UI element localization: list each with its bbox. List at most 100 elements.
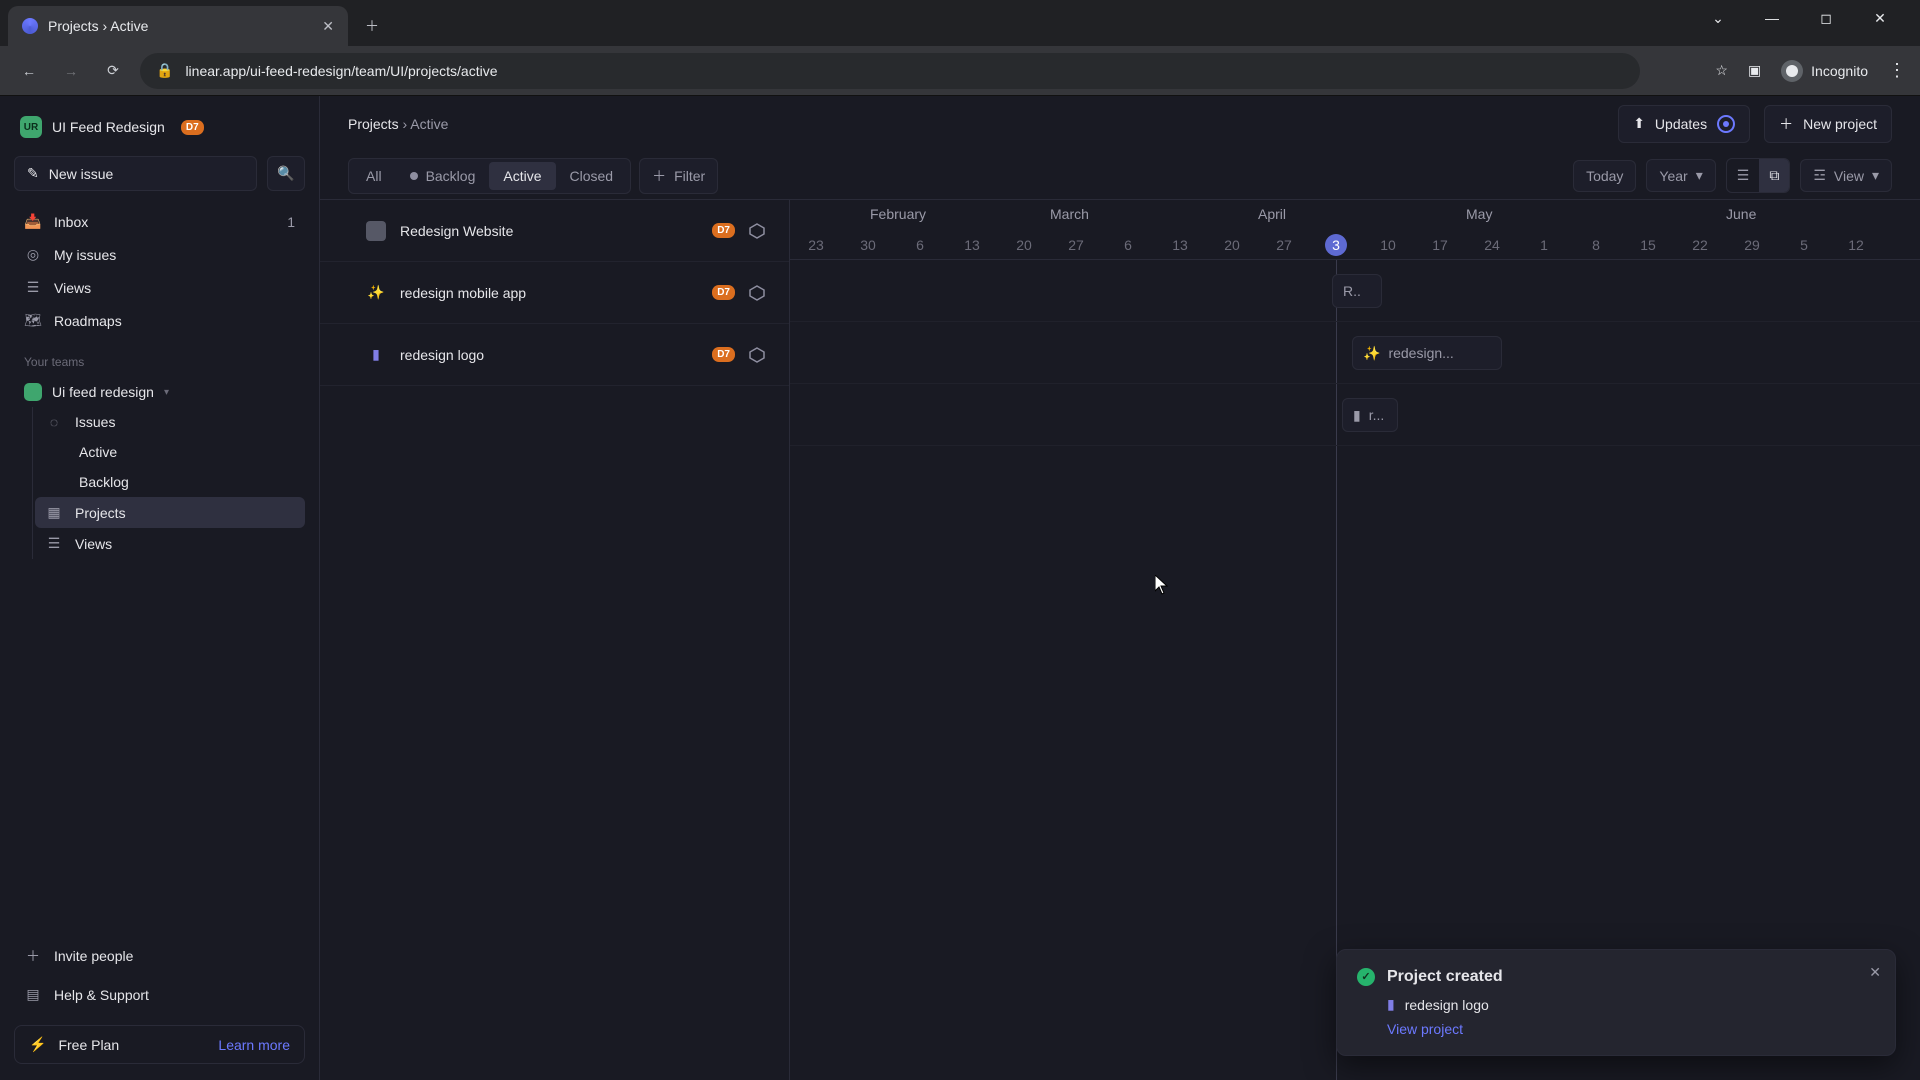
- tab-closed[interactable]: Closed: [556, 162, 628, 190]
- book-icon: ▤: [24, 986, 42, 1003]
- new-tab-button[interactable]: ＋: [358, 12, 386, 40]
- tab-all[interactable]: All: [352, 162, 396, 190]
- extensions-icon[interactable]: ▣: [1748, 62, 1761, 79]
- workspace-name: UI Feed Redesign: [52, 119, 165, 135]
- timeline-layout-icon[interactable]: ⧉: [1759, 159, 1789, 192]
- tree-issues-backlog[interactable]: Backlog: [69, 467, 305, 497]
- day-cell[interactable]: 29: [1726, 230, 1778, 259]
- project-row[interactable]: ▮redesign logoD7: [320, 324, 789, 386]
- day-cell[interactable]: 27: [1050, 230, 1102, 259]
- day-cell[interactable]: 20: [998, 230, 1050, 259]
- project-list: Redesign WebsiteD7✨redesign mobile appD7…: [320, 200, 790, 1080]
- tab-active[interactable]: Active: [489, 162, 555, 190]
- status-hexagon-icon[interactable]: [749, 347, 765, 363]
- project-row[interactable]: ✨redesign mobile appD7: [320, 262, 789, 324]
- breadcrumb-current: Active: [410, 116, 448, 132]
- nav-views-label: Views: [54, 280, 91, 296]
- team-row[interactable]: Ui feed redesign ▾: [14, 377, 305, 407]
- day-cell[interactable]: 6: [1102, 230, 1154, 259]
- month-label: February: [790, 200, 1050, 230]
- day-cell[interactable]: 13: [946, 230, 998, 259]
- view-options-button[interactable]: ☲ View ▾: [1800, 159, 1892, 192]
- status-tabs: All Backlog Active Closed: [348, 158, 631, 194]
- workspace-switcher[interactable]: UR UI Feed Redesign D7: [14, 112, 305, 142]
- day-cell[interactable]: 13: [1154, 230, 1206, 259]
- timeline[interactable]: FebruaryMarchAprilMayJune 23306132027613…: [790, 200, 1920, 1080]
- invite-people[interactable]: ＋ Invite people: [14, 938, 305, 974]
- issues-icon: ◌: [45, 414, 63, 430]
- day-cell[interactable]: 5: [1778, 230, 1830, 259]
- nav-reload-icon[interactable]: ⟳: [98, 62, 128, 79]
- project-name: Redesign Website: [400, 223, 698, 239]
- filter-button[interactable]: ＋ Filter: [639, 158, 718, 194]
- nav-views[interactable]: ☰ Views: [14, 271, 305, 304]
- day-cell[interactable]: 3: [1310, 230, 1362, 259]
- tree-issues-active[interactable]: Active: [69, 437, 305, 467]
- plan-box: ⚡ Free Plan Learn more: [14, 1025, 305, 1064]
- learn-more-link[interactable]: Learn more: [218, 1037, 290, 1053]
- window-minimize-icon[interactable]: ―: [1758, 10, 1786, 27]
- grid-icon: [366, 221, 386, 241]
- timeline-chip[interactable]: ▮r...: [1342, 398, 1398, 432]
- timeline-lane: ✨redesign...: [790, 322, 1920, 384]
- day-cell[interactable]: 12: [1830, 230, 1882, 259]
- nav-roadmaps[interactable]: 🗺 Roadmaps: [14, 304, 305, 337]
- incognito-indicator[interactable]: Incognito: [1781, 60, 1868, 82]
- day-cell[interactable]: 6: [894, 230, 946, 259]
- timeline-chip[interactable]: R..: [1332, 274, 1382, 308]
- window-close-icon[interactable]: ✕: [1866, 10, 1894, 27]
- chip-label: R..: [1343, 283, 1361, 299]
- breadcrumb: Projects › Active: [348, 116, 448, 132]
- day-cell[interactable]: 1: [1518, 230, 1570, 259]
- browser-tab[interactable]: Projects › Active ✕: [8, 6, 348, 46]
- linear-favicon: [22, 18, 38, 34]
- bookmark-star-icon[interactable]: ☆: [1715, 62, 1728, 79]
- window-maximize-icon[interactable]: ◻: [1812, 10, 1840, 27]
- tree-issues[interactable]: ◌ Issues: [35, 407, 305, 437]
- bolt-icon: ⚡: [29, 1036, 46, 1053]
- day-cell[interactable]: 17: [1414, 230, 1466, 259]
- day-cell[interactable]: 20: [1206, 230, 1258, 259]
- chevron-down-icon: ▾: [1696, 167, 1703, 184]
- timeline-chip[interactable]: ✨redesign...: [1352, 336, 1502, 370]
- tab-close-icon[interactable]: ✕: [322, 18, 334, 35]
- new-project-button[interactable]: ＋ New project: [1764, 105, 1892, 143]
- chrome-menu-icon[interactable]: ⋮: [1888, 60, 1906, 81]
- help-support[interactable]: ▤ Help & Support: [14, 978, 305, 1011]
- breadcrumb-root[interactable]: Projects: [348, 116, 399, 132]
- project-row[interactable]: Redesign WebsiteD7: [320, 200, 789, 262]
- timeline-lane: ▮r...: [790, 384, 1920, 446]
- day-cell[interactable]: 23: [790, 230, 842, 259]
- toast-view-project-link[interactable]: View project: [1387, 1021, 1875, 1037]
- inbox-icon: 📥: [24, 213, 42, 230]
- status-hexagon-icon[interactable]: [749, 285, 765, 301]
- tree-projects-label: Projects: [75, 505, 126, 521]
- toast-close-icon[interactable]: ✕: [1869, 964, 1881, 981]
- day-cell[interactable]: 24: [1466, 230, 1518, 259]
- day-cell[interactable]: 8: [1570, 230, 1622, 259]
- tree-projects[interactable]: ▦ Projects: [35, 497, 305, 528]
- tabs-dropdown-icon[interactable]: ⌄: [1704, 10, 1732, 27]
- nav-back-icon[interactable]: ←: [14, 63, 44, 79]
- address-bar[interactable]: 🔒 linear.app/ui-feed-redesign/team/UI/pr…: [140, 53, 1640, 89]
- timeline-lane: R..: [790, 260, 1920, 322]
- nav-inbox[interactable]: 📥 Inbox 1: [14, 205, 305, 238]
- team-name: Ui feed redesign: [52, 384, 154, 400]
- status-hexagon-icon[interactable]: [749, 223, 765, 239]
- day-cell[interactable]: 30: [842, 230, 894, 259]
- day-cell[interactable]: 22: [1674, 230, 1726, 259]
- day-cell[interactable]: 10: [1362, 230, 1414, 259]
- chip-label: redesign...: [1388, 345, 1453, 361]
- search-button[interactable]: 🔍: [267, 156, 305, 191]
- updates-button[interactable]: ⬆ Updates: [1618, 105, 1750, 143]
- day-cell[interactable]: 27: [1258, 230, 1310, 259]
- day-cell[interactable]: 15: [1622, 230, 1674, 259]
- range-selector[interactable]: Year▾: [1646, 159, 1715, 192]
- help-label: Help & Support: [54, 987, 149, 1003]
- nav-my-issues[interactable]: ◎ My issues: [14, 238, 305, 271]
- tree-views[interactable]: ☰ Views: [35, 528, 305, 559]
- new-issue-button[interactable]: ✎ New issue: [14, 156, 257, 191]
- today-button[interactable]: Today: [1573, 160, 1636, 192]
- list-layout-icon[interactable]: ☰: [1727, 159, 1760, 192]
- tab-backlog[interactable]: Backlog: [396, 162, 490, 190]
